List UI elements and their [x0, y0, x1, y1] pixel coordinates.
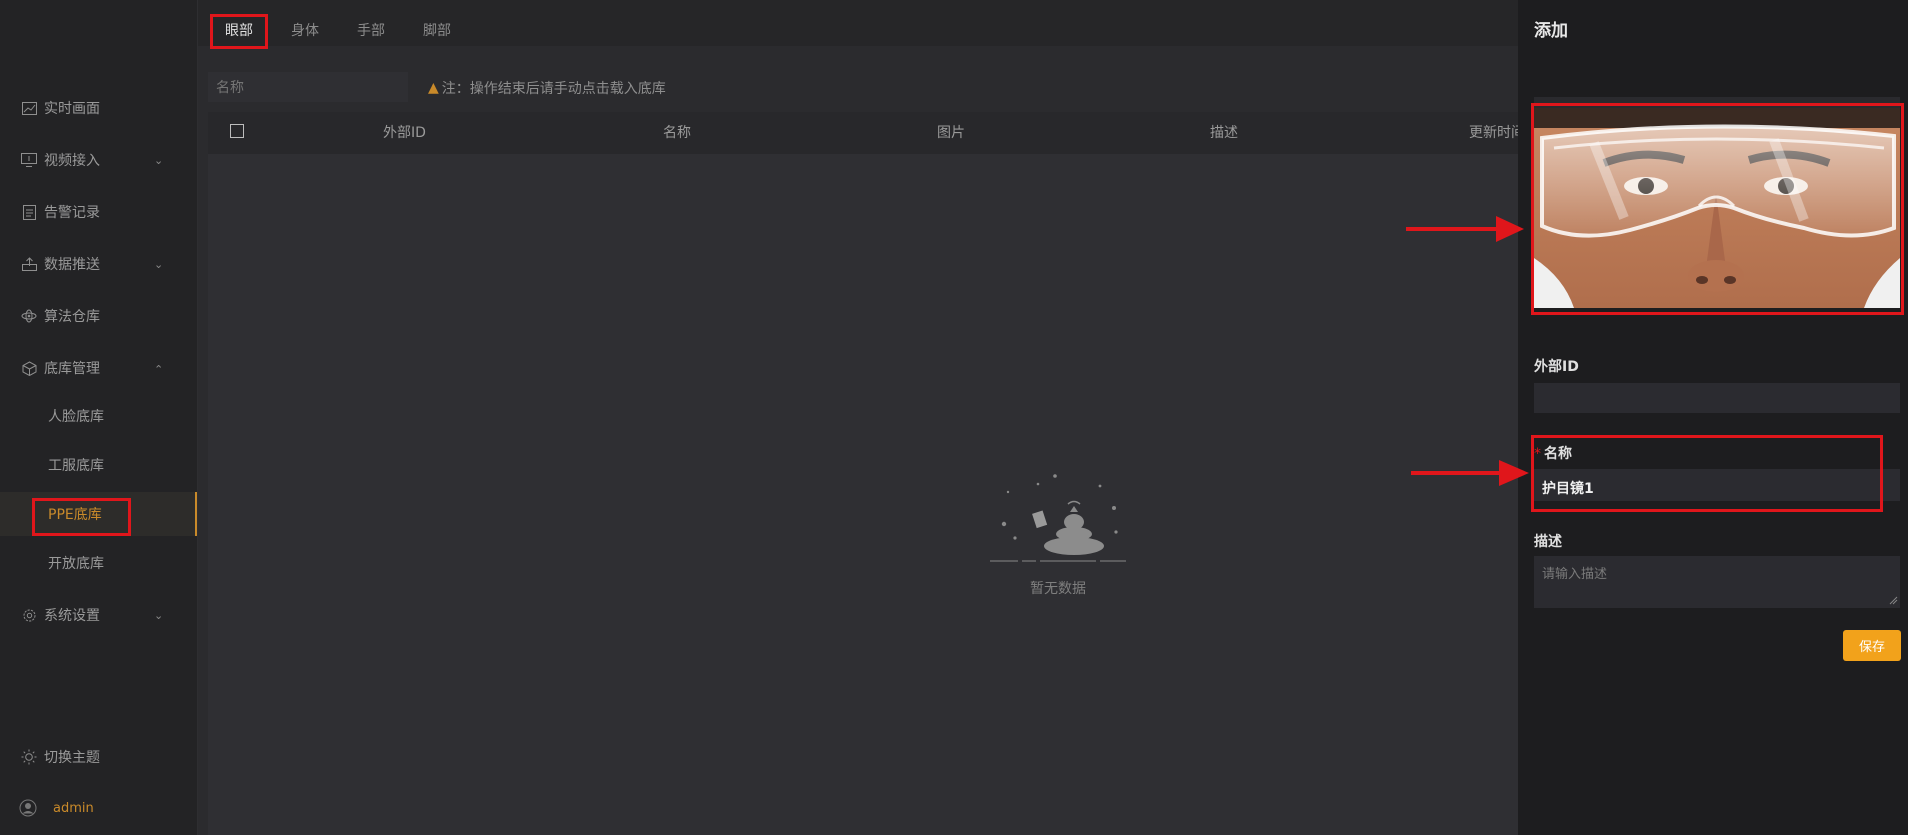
sidebar: 实时画面 视频接入 ⌄ 告警记录 数据推送 ⌄ 算法仓库 底库管理 ⌄ 人脸底库: [0, 0, 198, 835]
sidebar-item-library[interactable]: 底库管理 ⌄: [0, 348, 197, 388]
monitor-icon: [21, 152, 37, 168]
notice-text: 注：操作结束后请手动点击载入底库: [441, 81, 666, 97]
notice: ▲ 注：操作结束后请手动点击载入底库: [428, 78, 666, 98]
sidebar-item-push[interactable]: 数据推送 ⌄: [0, 244, 197, 284]
sidebar-subitem-label: 人脸底库: [48, 409, 104, 425]
tab-bar: [198, 0, 1518, 46]
table-body: [208, 154, 1518, 835]
tab-body[interactable]: 身体: [291, 20, 319, 40]
gear-icon: [21, 607, 37, 623]
annotation-arrow-photo: [1406, 216, 1524, 242]
name-label: * 名称: [1534, 443, 1572, 463]
empty-illustration: [990, 474, 1126, 562]
chart-icon: [21, 100, 37, 116]
sidebar-item-label: 系统设置: [44, 608, 100, 624]
column-external-id[interactable]: 外部ID: [383, 122, 426, 142]
warning-icon: ▲: [428, 80, 439, 96]
sidebar-subitem-label: 工服底库: [48, 458, 104, 474]
theme-switch[interactable]: 切换主题: [0, 737, 197, 777]
external-id-label: 外部ID: [1534, 359, 1579, 375]
column-description[interactable]: 描述: [1210, 122, 1238, 142]
drawer-title: 添加: [1534, 21, 1568, 41]
sidebar-item-label: 底库管理: [44, 361, 100, 377]
sidebar-item-settings[interactable]: 系统设置 ⌄: [0, 595, 197, 635]
sidebar-item-algorithms[interactable]: 算法仓库: [0, 296, 197, 336]
username: admin: [53, 800, 94, 816]
select-all-checkbox[interactable]: [230, 124, 244, 138]
chevron-down-icon: ⌄: [154, 608, 164, 622]
avatar: [19, 799, 37, 817]
chevron-down-icon: ⌄: [154, 153, 164, 167]
sidebar-item-video[interactable]: 视频接入 ⌄: [0, 140, 197, 180]
name-label-text: 名称: [1544, 446, 1572, 462]
sidebar-subitem-ppe[interactable]: PPE底库: [0, 492, 197, 536]
chevron-down-icon: ⌄: [154, 257, 164, 271]
upload-icon: [21, 256, 37, 272]
external-id-field[interactable]: [1534, 383, 1900, 413]
sidebar-subitem-label: PPE底库: [48, 507, 102, 523]
save-button[interactable]: 保存: [1843, 630, 1901, 661]
resize-handle-icon[interactable]: [1889, 596, 1898, 605]
annotation-arrow-name: [1411, 460, 1529, 486]
user-menu[interactable]: admin: [0, 788, 197, 828]
column-name[interactable]: 名称: [663, 122, 691, 142]
tab-foot[interactable]: 脚部: [423, 20, 451, 40]
empty-state-text: 暂无数据: [1030, 581, 1086, 597]
sidebar-item-label: 视频接入: [44, 153, 100, 169]
document-icon: [21, 204, 37, 220]
atom-icon: [21, 308, 37, 324]
required-mark: *: [1534, 446, 1541, 462]
sidebar-subitem-open[interactable]: 开放底库: [0, 541, 197, 585]
sidebar-subitem-label: 开放底库: [48, 556, 104, 572]
description-label: 描述: [1534, 534, 1562, 550]
sidebar-item-label: 实时画面: [44, 101, 100, 117]
tab-hand[interactable]: 手部: [357, 20, 385, 40]
chevron-up-icon: ⌄: [154, 361, 164, 375]
sidebar-subitem-face[interactable]: 人脸底库: [0, 394, 197, 438]
sidebar-item-realtime[interactable]: 实时画面: [0, 88, 197, 128]
name-field-value: 护目镜1: [1542, 481, 1594, 497]
sidebar-item-label: 算法仓库: [44, 309, 100, 325]
tab-eye[interactable]: 眼部: [225, 20, 253, 40]
uploaded-photo: [1534, 108, 1900, 308]
sun-icon: [21, 749, 37, 765]
sidebar-item-label: 数据推送: [44, 257, 100, 273]
sidebar-item-alarms[interactable]: 告警记录: [0, 192, 197, 232]
description-placeholder: 请输入描述: [1542, 567, 1608, 582]
theme-switch-label: 切换主题: [44, 750, 100, 766]
cube-icon: [21, 360, 37, 376]
column-image[interactable]: 图片: [937, 122, 965, 142]
search-input[interactable]: [208, 72, 408, 102]
sidebar-item-label: 告警记录: [44, 205, 100, 221]
sidebar-subitem-uniform[interactable]: 工服底库: [0, 443, 197, 487]
column-updated-time[interactable]: 更新时间: [1469, 122, 1525, 142]
